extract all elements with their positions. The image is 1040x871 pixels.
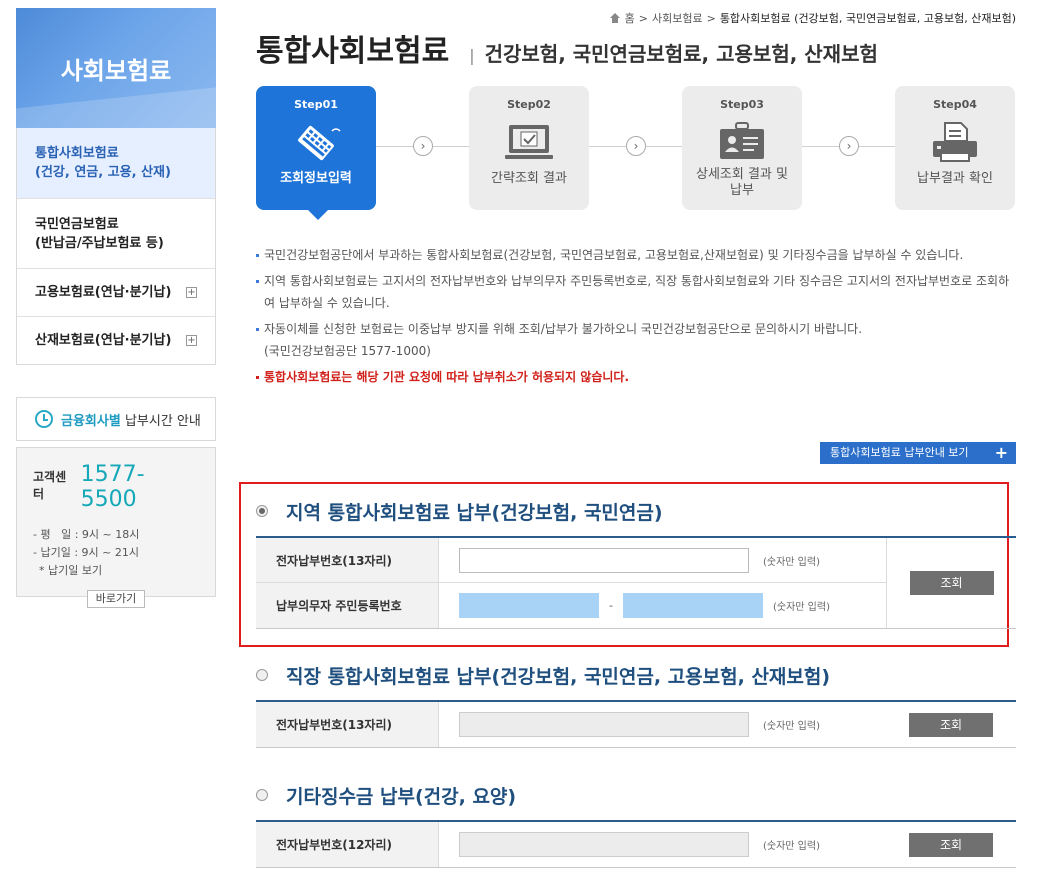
cs-hours-weekday: - 평 일 : 9시 ~ 18시 (33, 528, 140, 541)
step-number: Step02 (507, 98, 551, 111)
field-label: 전자납부번호(12자리) (256, 822, 439, 867)
form-table: 전자납부번호(12자리) (숫자만 입력) 조회 (256, 820, 1016, 868)
breadcrumb-sep: > (706, 11, 716, 25)
chevron-right-icon: › (839, 136, 859, 156)
shortcut-button[interactable]: 바로가기 (87, 590, 145, 608)
section-other: 기타징수금 납부(건강, 요양) 전자납부번호(12자리) (숫자만 입력) 조… (256, 780, 1016, 868)
step-3: Step03 상세조회 결과 및 납부 (682, 86, 802, 210)
page-subtitle: 건강보험, 국민연금보험료, 고용보험, 산재보험 (469, 38, 878, 67)
time-box-text: 납부시간 안내 (120, 413, 201, 429)
breadcrumb-home[interactable]: 홈 (625, 10, 635, 26)
step-label: 납부결과 확인 (917, 171, 993, 186)
resident-number-front-input[interactable] (459, 593, 599, 618)
breadcrumb-current: 통합사회보험료 (건강보험, 국민연금보험료, 고용보험, 산재보험) (719, 12, 1016, 25)
lookup-button[interactable]: 조회 (909, 571, 994, 595)
chevron-right-icon: › (626, 136, 646, 156)
monitor-check-icon (501, 121, 557, 165)
page-title: 통합사회보험료 (256, 34, 450, 69)
sidebar-title: 사회보험료 (60, 56, 172, 85)
sidebar-item-label: 고용보험료(연납·분기납) (35, 285, 172, 300)
form-table: 전자납부번호(13자리) (숫자만 입력) 납부의무자 주민등록번호 - (숫자… (256, 536, 1016, 629)
cs-duedate-link[interactable]: * 납기일 보기 (33, 562, 199, 580)
breadcrumb-level1[interactable]: 사회보험료 (652, 10, 703, 26)
cs-phone: 1577-5500 (80, 462, 145, 512)
payment-number-input[interactable] (459, 712, 749, 737)
section-regional: 지역 통합사회보험료 납부(건강보험, 국민연금) 전자납부번호(13자리) (… (256, 496, 1016, 629)
step-label: 조회정보입력 (280, 171, 352, 186)
clock-icon (35, 410, 53, 428)
notice-item: 국민건강보험공단에서 부과하는 통합사회보험료(건강보험, 국민연금보험료, 고… (256, 244, 1016, 266)
sidebar-item-label: 산재보험료(연납·분기납) (35, 333, 172, 348)
sidebar-item-label: 국민연금보험료 (35, 216, 119, 232)
radio-other[interactable] (256, 789, 268, 801)
step-number: Step03 (720, 98, 764, 111)
notice-item: 지역 통합사회보험료는 고지서의 전자납부번호와 납부의무자 주민등록번호로, … (256, 270, 1016, 314)
field-label: 전자납부번호(13자리) (256, 702, 439, 747)
notice-text: 자동이체를 신청한 보험료는 이중납부 방지를 위해 조회/납부가 불가하오니 … (264, 322, 863, 336)
expand-icon[interactable]: + (186, 335, 197, 346)
sidebar-menu: 통합사회보험료 (건강, 연금, 고용, 산재) 국민연금보험료 (반납금/주납… (16, 128, 216, 365)
input-hint: (숫자만 입력) (763, 841, 820, 852)
step-2: Step02 간략조회 결과 (469, 86, 589, 210)
breadcrumb: 홈 > 사회보험료 > 통합사회보험료 (건강보험, 국민연금보험료, 고용보험… (609, 10, 1016, 26)
breadcrumb-sep: > (638, 11, 648, 25)
resident-number-back-input[interactable] (622, 593, 763, 618)
sidebar-item-employment[interactable]: 고용보험료(연납·분기납) + (17, 268, 215, 316)
step-indicator: › › › Step01 조회정보입력 Step02 간략조회 결과 Step0… (256, 86, 1016, 220)
home-icon (609, 13, 621, 23)
sidebar-item-label: 통합사회보험료 (35, 146, 119, 161)
guide-button-label: 통합사회보험료 납부안내 보기 (830, 446, 969, 459)
step-number: Step04 (933, 98, 977, 111)
dash: - (609, 599, 613, 612)
payment-guide-button[interactable]: 통합사회보험료 납부안내 보기 + (820, 442, 1016, 464)
notice-list: 국민건강보험공단에서 부과하는 통합사회보험료(건강보험, 국민연금보험료, 고… (256, 244, 1016, 392)
cs-hours-duedate: - 납기일 : 9시 ~ 21시 (33, 546, 139, 559)
step-label: 간략조회 결과 (491, 171, 567, 186)
id-card-icon (714, 121, 770, 165)
sidebar-item-integrated[interactable]: 통합사회보험료 (건강, 연금, 고용, 산재) (17, 128, 215, 198)
chevron-right-icon: › (413, 136, 433, 156)
step-4: Step04 납부결과 확인 (895, 86, 1015, 210)
plus-icon: + (994, 443, 1008, 462)
form-table: 전자납부번호(13자리) (숫자만 입력) 조회 (256, 700, 1016, 748)
notice-item: 자동이체를 신청한 보험료는 이중납부 방지를 위해 조회/납부가 불가하오니 … (256, 318, 1016, 362)
input-hint: (숫자만 입력) (763, 721, 820, 732)
page-header: 통합사회보험료 건강보험, 국민연금보험료, 고용보험, 산재보험 (256, 26, 878, 70)
step-1: Step01 조회정보입력 (256, 86, 376, 220)
customer-center: 고객센터 1577-5500 - 평 일 : 9시 ~ 18시 - 납기일 : … (16, 447, 216, 608)
payment-number-input[interactable] (459, 832, 749, 857)
section-title: 기타징수금 납부(건강, 요양) (286, 785, 517, 808)
sidebar: 사회보험료 통합사회보험료 (건강, 연금, 고용, 산재) 국민연금보험료 (… (16, 8, 216, 608)
input-hint: (숫자만 입력) (772, 602, 830, 613)
step-label: 상세조회 결과 및 납부 (696, 167, 788, 198)
keyboard-icon (288, 121, 344, 165)
input-hint: (숫자만 입력) (763, 556, 820, 568)
section-title: 지역 통합사회보험료 납부(건강보험, 국민연금) (286, 501, 663, 524)
field-label: 전자납부번호(13자리) (256, 538, 439, 582)
sidebar-item-sublabel: (건강, 연금, 고용, 산재) (35, 165, 171, 180)
notice-warning: 통합사회보험료는 해당 기관 요청에 따라 납부취소가 허용되지 않습니다. (256, 366, 1016, 388)
sidebar-hero: 사회보험료 (16, 8, 216, 128)
printer-icon (927, 121, 983, 165)
section-workplace: 직장 통합사회보험료 납부(건강보험, 국민연금, 고용보험, 산재보험) 전자… (256, 660, 1016, 748)
notice-subtext: (국민건강보험공단 1577-1000) (264, 344, 431, 358)
sidebar-item-sublabel: (반납금/주납보험료 등) (35, 235, 164, 251)
sidebar-item-industrial[interactable]: 산재보험료(연납·분기납) + (17, 316, 215, 364)
radio-regional[interactable] (256, 505, 268, 517)
radio-workplace[interactable] (256, 669, 268, 681)
cs-label: 고객센터 (33, 470, 67, 501)
step-number: Step01 (294, 98, 338, 111)
lookup-button[interactable]: 조회 (909, 712, 993, 737)
sidebar-item-pension[interactable]: 국민연금보험료 (반납금/주납보험료 등) (17, 198, 215, 268)
section-title: 직장 통합사회보험료 납부(건강보험, 국민연금, 고용보험, 산재보험) (286, 665, 831, 688)
payment-number-input[interactable] (459, 547, 749, 573)
time-box-strong: 금융회사별 (61, 413, 121, 429)
payment-time-link[interactable]: 금융회사별 납부시간 안내 (16, 397, 216, 441)
expand-icon[interactable]: + (186, 287, 197, 298)
lookup-button[interactable]: 조회 (909, 832, 993, 857)
field-label: 납부의무자 주민등록번호 (256, 583, 439, 628)
